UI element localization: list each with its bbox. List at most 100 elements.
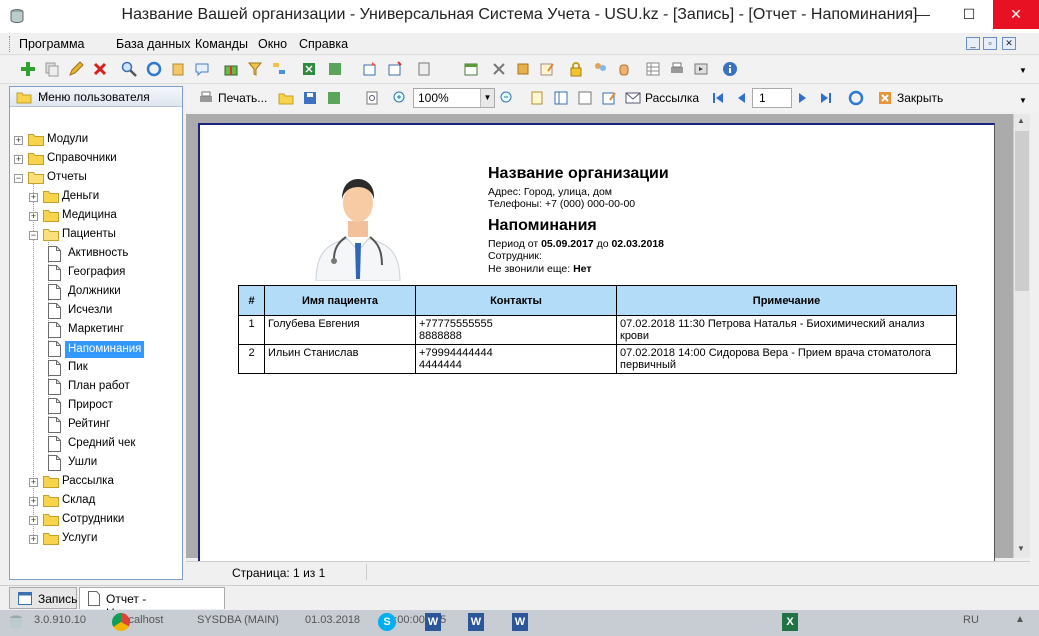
note-edit-icon[interactable]: [539, 61, 555, 77]
printer-icon[interactable]: [669, 61, 685, 77]
tree-item-directories[interactable]: + Справочники: [10, 150, 180, 169]
tree-item-mailing[interactable]: + Рассылка: [10, 473, 180, 492]
mdi-close-button[interactable]: ✕: [1002, 37, 1016, 50]
users-icon[interactable]: [592, 61, 608, 77]
close-report-button[interactable]: Закрыть: [897, 91, 943, 105]
print-settings-icon[interactable]: [416, 61, 432, 77]
excel-export-icon[interactable]: [301, 61, 317, 77]
page-view-icon[interactable]: [364, 90, 380, 106]
minimize-button[interactable]: —: [900, 0, 946, 29]
vertical-scrollbar[interactable]: ▲ ▼: [1013, 114, 1030, 558]
export-icon[interactable]: [327, 61, 343, 77]
scroll-thumb[interactable]: [1015, 131, 1029, 291]
tree-item-modules[interactable]: + Модули: [10, 131, 180, 150]
tree-item-work-plan[interactable]: План работ: [10, 378, 180, 397]
skype-app-icon[interactable]: S: [378, 613, 396, 631]
tree-item-money[interactable]: + Деньги: [10, 188, 180, 207]
chevron-up-icon[interactable]: ▲: [1015, 614, 1025, 625]
tree-item-reports[interactable]: − Отчеты: [10, 169, 180, 188]
tree-item-left[interactable]: Ушли: [10, 454, 180, 473]
pin-icon[interactable]: ⊣: [38, 89, 176, 103]
media-icon[interactable]: [693, 61, 709, 77]
language-indicator[interactable]: RU: [963, 614, 979, 626]
edit-page-icon[interactable]: [601, 90, 617, 106]
expand-icon[interactable]: +: [14, 136, 23, 145]
chrome-app-icon[interactable]: [112, 613, 130, 631]
menu-database[interactable]: База данных: [116, 37, 190, 51]
puzzle-icon[interactable]: [515, 61, 531, 77]
expand-icon[interactable]: +: [29, 516, 38, 525]
search-icon[interactable]: [121, 61, 137, 77]
print-button[interactable]: Печать...: [218, 91, 267, 105]
first-page-icon[interactable]: [710, 90, 726, 106]
menu-commands[interactable]: Команды: [195, 37, 248, 51]
columns-icon[interactable]: [553, 90, 569, 106]
comment-icon[interactable]: [194, 61, 210, 77]
word-app-icon[interactable]: W: [468, 613, 484, 631]
copy-icon[interactable]: [44, 61, 60, 77]
add-icon[interactable]: [20, 61, 36, 77]
sort-icon[interactable]: [170, 61, 186, 77]
expand-icon[interactable]: +: [29, 193, 38, 202]
scroll-up-icon[interactable]: ▲: [1017, 116, 1025, 125]
table-icon[interactable]: [645, 61, 661, 77]
close-report-icon[interactable]: [877, 90, 893, 106]
expand-icon[interactable]: +: [29, 478, 38, 487]
menu-window[interactable]: Окно: [258, 37, 287, 51]
tree-item-rating[interactable]: Рейтинг: [10, 416, 180, 435]
tree-item-lost[interactable]: Исчезли: [10, 302, 180, 321]
tree-item-average-check[interactable]: Средний чек: [10, 435, 180, 454]
refresh-icon[interactable]: [848, 90, 864, 106]
tab-reminders-report[interactable]: Отчет - Напоминания: [79, 587, 225, 620]
excel-app-icon[interactable]: X: [782, 613, 798, 631]
last-page-icon[interactable]: [818, 90, 834, 106]
expand-icon[interactable]: +: [14, 155, 23, 164]
tree-item-growth[interactable]: Прирост: [10, 397, 180, 416]
open-folder-icon[interactable]: [278, 90, 294, 106]
tree-icon[interactable]: [271, 61, 287, 77]
zoom-in-icon[interactable]: [392, 90, 408, 106]
tree-item-activity[interactable]: Активность: [10, 245, 180, 264]
tools-icon[interactable]: [491, 61, 507, 77]
mailing-button[interactable]: Рассылка: [645, 91, 699, 105]
tree-item-peak[interactable]: Пик: [10, 359, 180, 378]
page-setup-icon[interactable]: [577, 90, 593, 106]
menu-program[interactable]: Программа: [19, 37, 85, 51]
page-number-input[interactable]: 1: [752, 88, 792, 108]
tree-item-employees[interactable]: + Сотрудники: [10, 511, 180, 530]
next-page-icon[interactable]: [794, 90, 810, 106]
expand-icon[interactable]: +: [29, 535, 38, 544]
tree-item-geography[interactable]: География: [10, 264, 180, 283]
tree-item-medicine[interactable]: + Медицина: [10, 207, 180, 226]
outline-icon[interactable]: [529, 90, 545, 106]
collapse-icon[interactable]: −: [14, 174, 23, 183]
printer-icon[interactable]: [198, 90, 214, 106]
tree-item-marketing[interactable]: Маркетинг: [10, 321, 180, 340]
lock-icon[interactable]: [568, 61, 584, 77]
prev-page-icon[interactable]: [734, 90, 750, 106]
zoom-select[interactable]: 100% ▼: [413, 88, 495, 108]
tree-item-patients[interactable]: − Пациенты: [10, 226, 180, 245]
scroll-down-icon[interactable]: ▼: [1017, 544, 1025, 553]
calendar-icon[interactable]: [463, 61, 479, 77]
menu-help[interactable]: Справка: [299, 37, 348, 51]
tree-item-warehouse[interactable]: + Склад: [10, 492, 180, 511]
expand-icon[interactable]: +: [29, 212, 38, 221]
filter-icon[interactable]: [247, 61, 263, 77]
info-icon[interactable]: [722, 61, 738, 77]
toolbar-overflow-icon[interactable]: ▼: [1019, 66, 1027, 75]
maximize-button[interactable]: ☐: [946, 0, 992, 29]
hand-icon[interactable]: [616, 61, 632, 77]
close-window-button[interactable]: ✕: [993, 0, 1039, 29]
tree-item-services[interactable]: + Услуги: [10, 530, 180, 549]
collapse-icon[interactable]: −: [29, 231, 38, 240]
gift-icon[interactable]: [223, 61, 239, 77]
window-new-icon[interactable]: [362, 61, 378, 77]
window-close-icon[interactable]: [387, 61, 403, 77]
mail-icon[interactable]: [625, 90, 641, 106]
word-app-icon[interactable]: W: [512, 613, 528, 631]
chevron-down-icon[interactable]: ▼: [480, 89, 494, 107]
zoom-out-icon[interactable]: [499, 90, 515, 106]
word-app-icon[interactable]: W: [425, 613, 441, 631]
mdi-restore-button[interactable]: ▫: [983, 37, 997, 50]
